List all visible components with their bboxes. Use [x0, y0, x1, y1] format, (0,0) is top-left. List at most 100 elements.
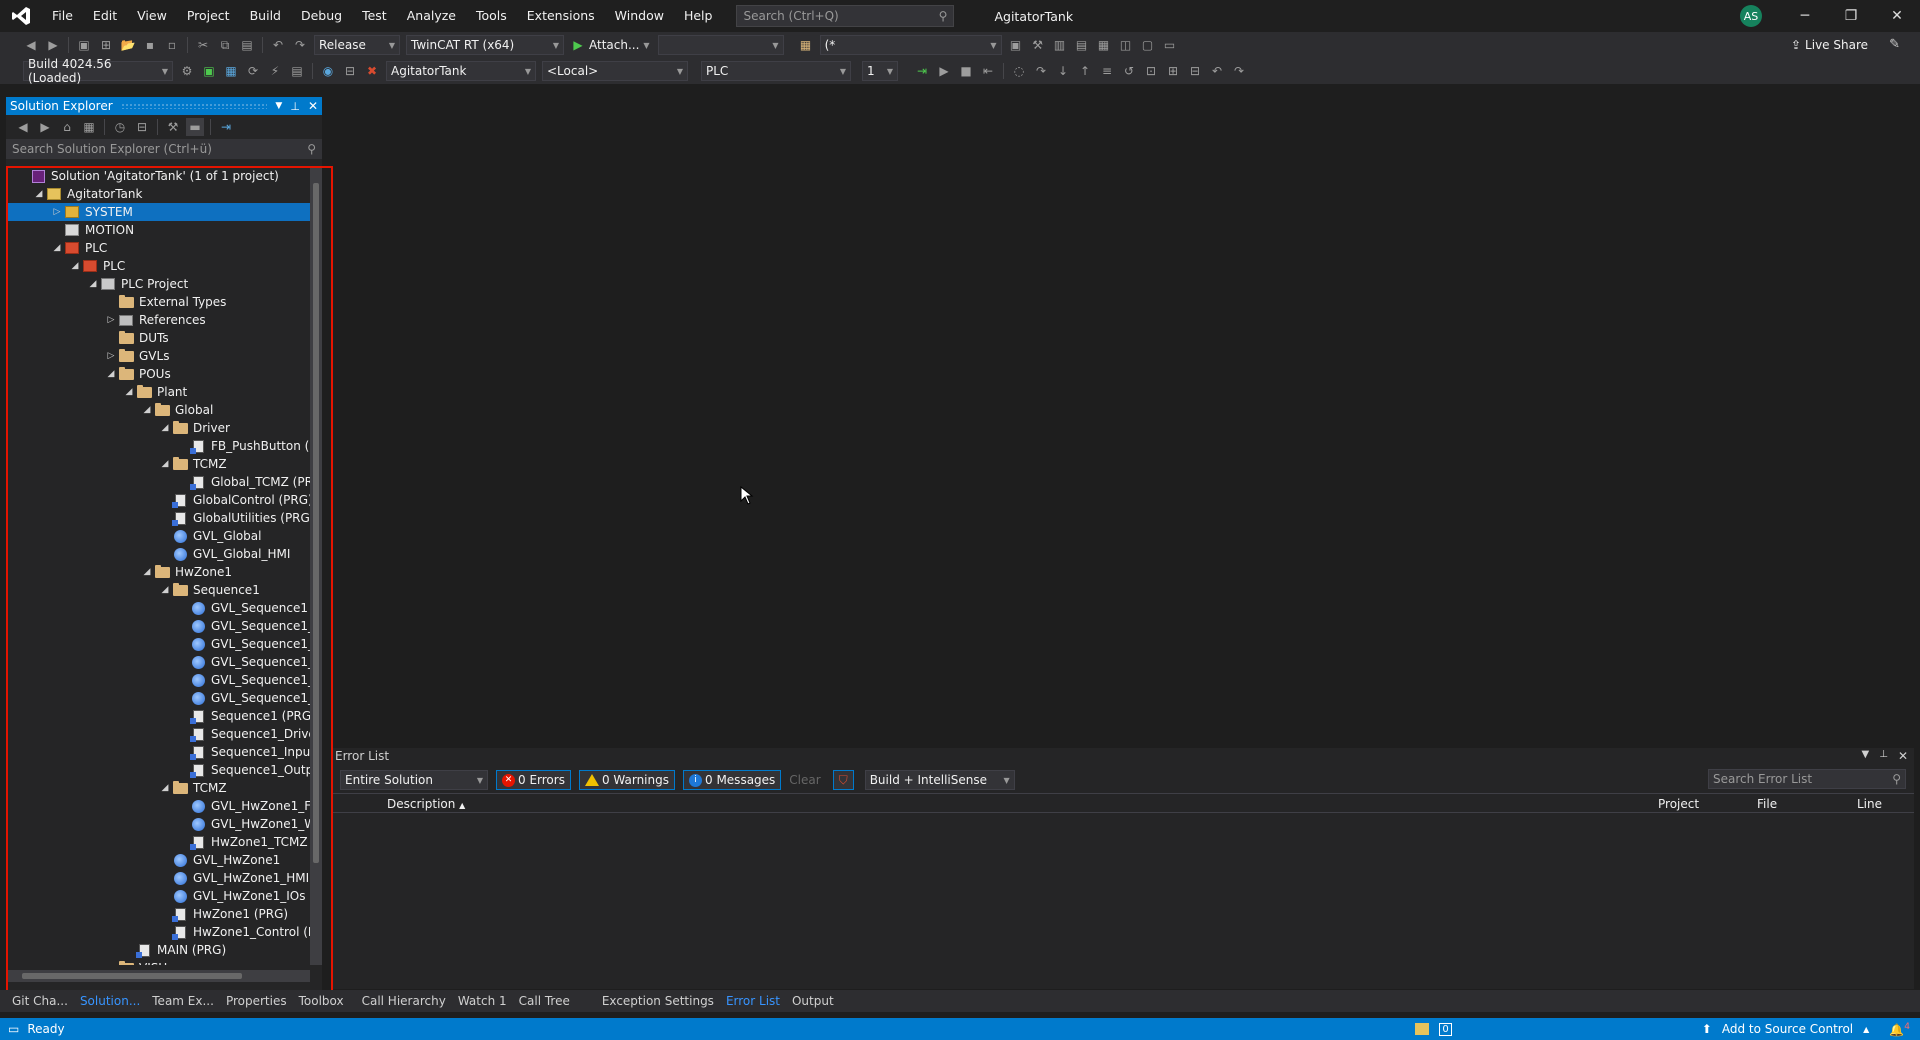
properties-icon[interactable]: ⚒	[164, 118, 182, 136]
tree-item[interactable]: Solution 'AgitatorTank' (1 of 1 project)	[8, 167, 310, 185]
team-explorer-icon[interactable]: ▦	[1095, 36, 1113, 54]
find-dropdown[interactable]: (* ▼	[819, 35, 1002, 55]
minimize-icon[interactable]: ─	[1782, 0, 1828, 32]
tab-call-tree[interactable]: Call Tree	[513, 990, 576, 1012]
tree-item[interactable]: HwZone1_Control (PR	[8, 923, 310, 941]
tab-team-explorer[interactable]: Team Ex...	[146, 990, 220, 1012]
tree-item[interactable]: GVL_HwZone1_HMI	[8, 869, 310, 887]
play-icon[interactable]: ▶	[569, 36, 587, 54]
copy-icon[interactable]: ⧉	[216, 36, 234, 54]
scrollbar-thumb[interactable]	[22, 973, 242, 979]
forward-icon[interactable]: ▶	[36, 118, 54, 136]
tab-call-hierarchy[interactable]: Call Hierarchy	[356, 990, 452, 1012]
pin-icon[interactable]: ⊥	[290, 100, 300, 113]
feedback-icon[interactable]: ✎	[1889, 37, 1900, 52]
tree-item[interactable]: HwZone1_TCMZ (P	[8, 833, 310, 851]
step-into-icon[interactable]: ↓	[1054, 62, 1072, 80]
class-view-icon[interactable]: ▤	[1073, 36, 1091, 54]
tree-item[interactable]: ◢ PLC Project	[8, 275, 310, 293]
collapse-arrow-icon[interactable]: ◢	[140, 567, 154, 577]
instance-dropdown[interactable]: 1 ▼	[862, 61, 898, 81]
activate-configuration-icon[interactable]: ⚙	[178, 62, 196, 80]
step-out-icon[interactable]: ↑	[1076, 62, 1094, 80]
unforce-values-icon[interactable]: ⊟	[1186, 62, 1204, 80]
pending-changes-filter-icon[interactable]: ◷	[111, 118, 129, 136]
tree-item[interactable]: GVL_Sequence1_IO	[8, 671, 310, 689]
choose-target-icon[interactable]: ◉	[319, 62, 337, 80]
tab-watch-1[interactable]: Watch 1	[452, 990, 513, 1012]
tree-item[interactable]: ◢ Global	[8, 401, 310, 419]
login-icon[interactable]: ⇥	[913, 62, 931, 80]
force-values-icon[interactable]: ⊞	[1164, 62, 1182, 80]
tree-item[interactable]: HwZone1 (PRG)	[8, 905, 310, 923]
collapse-arrow-icon[interactable]: ◢	[50, 243, 64, 253]
switch-views-icon[interactable]: ▦	[80, 118, 98, 136]
redo-icon[interactable]: ↷	[291, 36, 309, 54]
tab-git-changes[interactable]: Git Cha...	[6, 990, 74, 1012]
show-online-icon[interactable]: ▤	[288, 62, 306, 80]
object-browser-icon[interactable]: ◫	[1117, 36, 1135, 54]
close-icon[interactable]: ✕	[1874, 0, 1920, 32]
horizontal-scrollbar[interactable]	[8, 970, 310, 982]
flow-control-icon[interactable]: ≡	[1098, 62, 1116, 80]
collapse-arrow-icon[interactable]: ◢	[122, 387, 136, 397]
expand-arrow-icon[interactable]: ▷	[104, 351, 118, 361]
messages-filter-button[interactable]: i 0 Messages	[683, 770, 782, 790]
live-share-button[interactable]: ⇪ Live Share	[1791, 38, 1868, 52]
expand-arrow-icon[interactable]: ▷	[50, 207, 64, 217]
tree-item[interactable]: GVL_Sequence1_Pa	[8, 689, 310, 707]
solution-explorer-search[interactable]: Search Solution Explorer (Ctrl+ü) ⚲	[6, 139, 322, 159]
project-column[interactable]: Project	[1658, 797, 1699, 811]
warnings-filter-button[interactable]: 0 Warnings	[578, 770, 675, 790]
redo-icon[interactable]: ↷	[1230, 62, 1248, 80]
filter-icon[interactable]: ⛉	[832, 770, 854, 790]
step-over-icon[interactable]: ↷	[1032, 62, 1050, 80]
disconnect-icon[interactable]: ✖	[363, 62, 381, 80]
tab-solution-explorer[interactable]: Solution...	[74, 990, 146, 1012]
chevron-down-icon[interactable]: ▼	[643, 41, 649, 50]
menu-test[interactable]: Test	[352, 0, 397, 32]
search-input[interactable]: Search (Ctrl+Q) ⚲	[736, 5, 955, 27]
attach-button[interactable]: Attach...	[589, 38, 639, 52]
menu-project[interactable]: Project	[177, 0, 240, 32]
tree-item[interactable]: ◢ AgitatorTank	[8, 185, 310, 203]
collapse-arrow-icon[interactable]: ◢	[158, 459, 172, 469]
write-values-icon[interactable]: ⊡	[1142, 62, 1160, 80]
forward-icon[interactable]: ▶	[44, 36, 62, 54]
menu-tools[interactable]: Tools	[466, 0, 517, 32]
menu-build[interactable]: Build	[240, 0, 291, 32]
avatar[interactable]: AS	[1740, 5, 1762, 27]
back-icon[interactable]: ◀	[22, 36, 40, 54]
file-column[interactable]: File	[1757, 797, 1777, 811]
add-to-source-control-button[interactable]: Add to Source Control	[1722, 1022, 1853, 1036]
logout-icon[interactable]: ⇤	[979, 62, 997, 80]
close-icon[interactable]: ✕	[308, 99, 318, 113]
tree-item[interactable]: External Types	[8, 293, 310, 311]
tree-item[interactable]: ◢ Driver	[8, 419, 310, 437]
back-icon[interactable]: ◀	[14, 118, 32, 136]
expand-arrow-icon[interactable]: ▷	[104, 315, 118, 325]
collapse-arrow-icon[interactable]: ◢	[86, 279, 100, 289]
tree-item[interactable]: MOTION	[8, 221, 310, 239]
undo-icon[interactable]: ↶	[269, 36, 287, 54]
tree-item[interactable]: GVL_HwZone1_Fata	[8, 797, 310, 815]
preview-selected-icon[interactable]: ▬	[186, 118, 204, 136]
tree-item[interactable]: ◢ POUs	[8, 365, 310, 383]
menu-extensions[interactable]: Extensions	[517, 0, 605, 32]
tree-item[interactable]: ▷ GVLs	[8, 347, 310, 365]
start-page-icon[interactable]: ▢	[1139, 36, 1157, 54]
tree-item[interactable]: Sequence1_Drivers	[8, 725, 310, 743]
error-list-search[interactable]: Search Error List ⚲	[1708, 769, 1906, 789]
run-mode-icon[interactable]: ▣	[200, 62, 218, 80]
command-window-icon[interactable]: ▭	[1161, 36, 1179, 54]
git-changes-icon[interactable]	[1415, 1023, 1430, 1035]
collapse-all-icon[interactable]: ⊟	[133, 118, 151, 136]
collapse-arrow-icon[interactable]: ◢	[68, 261, 82, 271]
chevron-up-icon[interactable]: ▲	[1863, 1025, 1869, 1034]
notifications-icon[interactable]: 🔔4	[1889, 1022, 1910, 1037]
tree-item[interactable]: ▷ References	[8, 311, 310, 329]
stop-icon[interactable]: ■	[957, 62, 975, 80]
tab-toolbox[interactable]: Toolbox	[293, 990, 350, 1012]
menu-edit[interactable]: Edit	[83, 0, 127, 32]
solution-explorer-icon[interactable]: ▣	[1007, 36, 1025, 54]
